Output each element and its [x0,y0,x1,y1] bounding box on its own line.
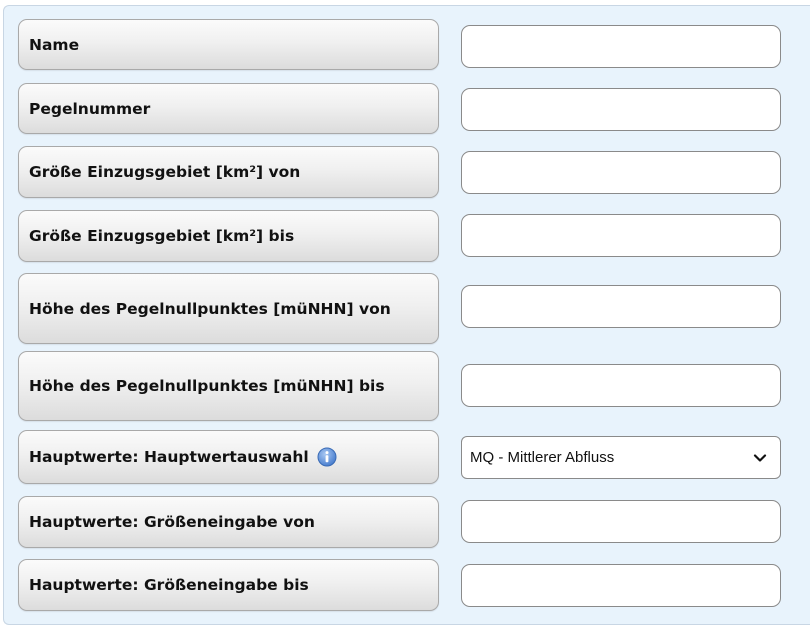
field-label-einzugsgebiet-von: Größe Einzugsgebiet [km²] von [29,163,301,181]
field-label-pegelnullpunkt-bis: Höhe des Pegelnullpunktes [müNHN] bis [29,377,385,395]
name-input[interactable] [461,25,781,68]
hauptwertauswahl-select[interactable]: MQ - Mittlerer Abfluss [461,436,781,479]
field-label-pegelnullpunkt-von: Höhe des Pegelnullpunktes [müNHN] von [29,299,391,318]
field-label-box: Name [18,19,439,70]
field-label-groesseneingabe-bis: Hauptwerte: Größeneingabe bis [29,576,309,594]
field-label-einzugsgebiet-bis: Größe Einzugsgebiet [km²] bis [29,227,295,245]
groesseneingabe-von-input[interactable] [461,500,781,543]
pegelnummer-input[interactable] [461,88,781,131]
field-label-name: Name [29,35,80,54]
einzugsgebiet-von-input[interactable] [461,151,781,194]
field-label-box: Hauptwerte: Größeneingabe bis [18,559,439,611]
field-label-box: Hauptwerte: Größeneingabe von [18,496,439,548]
field-label-box: Pegelnummer [18,83,439,134]
search-form-panel: Name Pegelnummer Größe Einzugsgebiet [km… [3,5,810,625]
field-label-hauptwertauswahl: Hauptwerte: Hauptwertauswahl [29,448,309,466]
pegelnullpunkt-von-input[interactable] [461,285,781,328]
field-label-box: Höhe des Pegelnullpunktes [müNHN] von [18,273,439,344]
groesseneingabe-bis-input[interactable] [461,564,781,607]
pegelnullpunkt-bis-input[interactable] [461,364,781,407]
field-label-pegelnummer: Pegelnummer [29,99,151,118]
field-label-box: Größe Einzugsgebiet [km²] bis [18,210,439,262]
field-label-groesseneingabe-von: Hauptwerte: Größeneingabe von [29,513,315,531]
info-icon[interactable] [317,447,337,467]
field-label-box: Höhe des Pegelnullpunktes [müNHN] bis [18,351,439,421]
field-label-box: Hauptwerte: Hauptwertauswahl [18,430,439,484]
select-value: MQ - Mittlerer Abfluss [470,449,615,466]
einzugsgebiet-bis-input[interactable] [461,214,781,257]
chevron-down-icon [753,453,767,462]
field-label-box: Größe Einzugsgebiet [km²] von [18,146,439,198]
